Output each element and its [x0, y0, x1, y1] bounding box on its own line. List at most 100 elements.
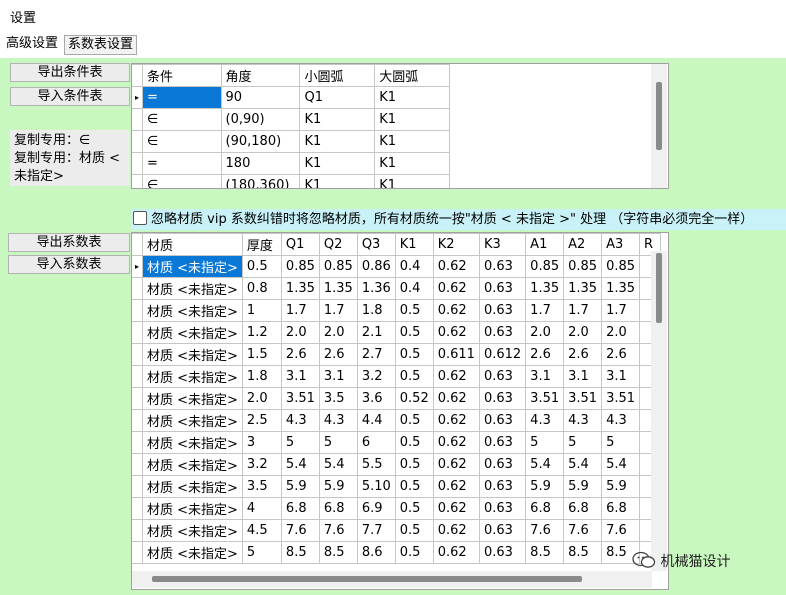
- coefficient-cell[interactable]: 0.5: [394, 453, 434, 476]
- coefficient-cell[interactable]: 1.35: [601, 277, 641, 300]
- coefficient-cell[interactable]: 1.35: [563, 277, 603, 300]
- coefficient-cell[interactable]: 材质 <未指定>: [142, 365, 243, 388]
- column-header[interactable]: K2: [432, 233, 480, 256]
- row-header[interactable]: [132, 431, 143, 454]
- coefficient-cell[interactable]: 0.5: [241, 255, 282, 278]
- coefficient-cell[interactable]: 0.62: [432, 321, 480, 344]
- coefficient-cell[interactable]: 0.63: [478, 541, 527, 564]
- coefficient-cell[interactable]: 5: [525, 431, 565, 454]
- coefficient-cell[interactable]: 0.63: [478, 299, 527, 322]
- row-header[interactable]: [132, 409, 143, 432]
- condition-row[interactable]: = 180 K1 K1: [132, 152, 450, 175]
- coefficient-cell[interactable]: 2.0: [601, 321, 641, 344]
- coefficient-cell[interactable]: 5.4: [563, 453, 603, 476]
- condition-cell[interactable]: K1: [374, 174, 450, 188]
- scrollbar-thumb[interactable]: [656, 253, 662, 323]
- condition-cell[interactable]: K1: [299, 152, 376, 175]
- coefficient-cell[interactable]: 5.4: [280, 453, 320, 476]
- row-header[interactable]: [132, 299, 143, 322]
- row-header[interactable]: [132, 497, 143, 520]
- coefficient-row[interactable]: 材质 <未指定> 4.5 7.6 7.6 7.7 0.5 0.62 0.63 7.6 7.6 7.6: [132, 519, 662, 542]
- condition-row[interactable]: ∈ (180,360) K1 K1: [132, 174, 450, 188]
- coefficient-cell[interactable]: 7.6: [601, 519, 641, 542]
- coefficient-cell[interactable]: 0.63: [478, 255, 527, 278]
- condition-cell[interactable]: ∈: [141, 130, 222, 153]
- coefficient-cell[interactable]: 0.5: [394, 409, 434, 432]
- column-header[interactable]: 小圆弧: [299, 64, 376, 87]
- coefficient-cell[interactable]: 3: [241, 431, 282, 454]
- ignore-material-option[interactable]: 忽略材质 vip 系数纠错时将忽略材质，所有材质统一按"材质 < 未指定 >" …: [131, 209, 786, 230]
- tab-advanced-settings[interactable]: 高级设置: [3, 35, 61, 53]
- export-coefficient-button[interactable]: 导出系数表: [8, 233, 130, 252]
- condition-row[interactable]: ∈ (0,90) K1 K1: [132, 108, 450, 131]
- coefficient-cell[interactable]: 1.36: [356, 277, 396, 300]
- coefficient-cell[interactable]: 1.35: [280, 277, 320, 300]
- current-row-arrow-icon[interactable]: ▸: [132, 86, 143, 109]
- coefficient-cell[interactable]: 6.8: [563, 497, 603, 520]
- coefficient-cell[interactable]: 2.6: [280, 343, 320, 366]
- coefficient-cell[interactable]: 0.85: [318, 255, 358, 278]
- coefficient-cell[interactable]: 1.8: [241, 365, 282, 388]
- coefficient-cell[interactable]: 5.10: [356, 475, 396, 498]
- coefficient-cell[interactable]: 0.85: [280, 255, 320, 278]
- condition-cell[interactable]: 90: [220, 86, 301, 109]
- coefficient-cell[interactable]: 6.8: [318, 497, 358, 520]
- coefficient-table[interactable]: 材质 厚度 Q1 Q2 Q3 K1 K2 K3 A1 A2 A3 R ▸ 材质 <未指定> 0.5 0.85…: [131, 232, 669, 590]
- coefficient-cell[interactable]: 0.85: [563, 255, 603, 278]
- coefficient-cell[interactable]: 3.51: [525, 387, 565, 410]
- condition-cell[interactable]: K1: [374, 86, 450, 109]
- coefficient-cell[interactable]: 2.0: [318, 321, 358, 344]
- coefficient-cell[interactable]: 2.6: [563, 343, 603, 366]
- coefficient-cell[interactable]: 1.7: [280, 299, 320, 322]
- condition-cell[interactable]: =: [141, 86, 222, 109]
- coefficient-cell[interactable]: 0.612: [478, 343, 527, 366]
- coefficient-cell[interactable]: 4.3: [280, 409, 320, 432]
- coefficient-cell[interactable]: 2.6: [525, 343, 565, 366]
- coefficient-row[interactable]: 材质 <未指定> 4 6.8 6.8 6.9 0.5 0.62 0.63 6.8 6.8 6.8: [132, 497, 662, 520]
- coefficient-cell[interactable]: 5: [601, 431, 641, 454]
- coefficient-cell[interactable]: 3.1: [280, 365, 320, 388]
- coefficient-cell[interactable]: 2.6: [601, 343, 641, 366]
- coefficient-cell[interactable]: 1.7: [525, 299, 565, 322]
- coefficient-cell[interactable]: 3.5: [318, 387, 358, 410]
- coefficient-cell[interactable]: 8.6: [356, 541, 396, 564]
- condition-cell[interactable]: Q1: [299, 86, 376, 109]
- condition-cell[interactable]: =: [141, 152, 222, 175]
- condition-row[interactable]: ∈ (90,180) K1 K1: [132, 130, 450, 153]
- coefficient-row[interactable]: 材质 <未指定> 0.8 1.35 1.35 1.36 0.4 0.62 0.63 1.35 1.…: [132, 277, 662, 300]
- coefficient-cell[interactable]: 0.5: [394, 299, 434, 322]
- coefficient-cell[interactable]: 1.5: [241, 343, 282, 366]
- coefficient-cell[interactable]: 3.1: [525, 365, 565, 388]
- coefficient-cell[interactable]: 材质 <未指定>: [142, 255, 243, 278]
- coefficient-cell[interactable]: 8.5: [318, 541, 358, 564]
- coefficient-cell[interactable]: 0.63: [478, 519, 527, 542]
- condition-vertical-scrollbar[interactable]: [651, 64, 667, 188]
- coefficient-row[interactable]: ▸ 材质 <未指定> 0.5 0.85 0.85 0.86 0.4 0.62 0.63 0.85 0…: [132, 255, 662, 278]
- row-header[interactable]: [132, 321, 143, 344]
- coefficient-cell[interactable]: 2.0: [280, 321, 320, 344]
- coefficient-cell[interactable]: 2.0: [525, 321, 565, 344]
- condition-cell[interactable]: ∈: [141, 108, 222, 131]
- coefficient-cell[interactable]: 2.1: [356, 321, 396, 344]
- coefficient-row[interactable]: 材质 <未指定> 1.2 2.0 2.0 2.1 0.5 0.62 0.63 2.0 2.0 2.0: [132, 321, 662, 344]
- coefficient-cell[interactable]: 4.3: [318, 409, 358, 432]
- column-header[interactable]: A1: [525, 233, 565, 256]
- coefficient-cell[interactable]: 0.63: [478, 277, 527, 300]
- coefficient-cell[interactable]: 材质 <未指定>: [142, 519, 243, 542]
- coefficient-cell[interactable]: 2.6: [318, 343, 358, 366]
- coefficient-cell[interactable]: 0.85: [525, 255, 565, 278]
- coefficient-cell[interactable]: 0.63: [478, 409, 527, 432]
- coefficient-cell[interactable]: 0.5: [394, 321, 434, 344]
- coefficient-cell[interactable]: 0.62: [432, 409, 480, 432]
- coefficient-cell[interactable]: 0.62: [432, 431, 480, 454]
- coefficient-row[interactable]: 材质 <未指定> 3.2 5.4 5.4 5.5 0.5 0.62 0.63 5.4 5.4 5.4: [132, 453, 662, 476]
- coefficient-cell[interactable]: 0.5: [394, 431, 434, 454]
- coefficient-cell[interactable]: 5: [318, 431, 358, 454]
- coefficient-cell[interactable]: 0.62: [432, 299, 480, 322]
- coefficient-cell[interactable]: 7.6: [525, 519, 565, 542]
- coefficient-cell[interactable]: 5.9: [280, 475, 320, 498]
- coefficient-cell[interactable]: 4.3: [563, 409, 603, 432]
- condition-cell[interactable]: (90,180): [220, 130, 301, 153]
- coefficient-cell[interactable]: 1.7: [601, 299, 641, 322]
- coefficient-cell[interactable]: 1.2: [241, 321, 282, 344]
